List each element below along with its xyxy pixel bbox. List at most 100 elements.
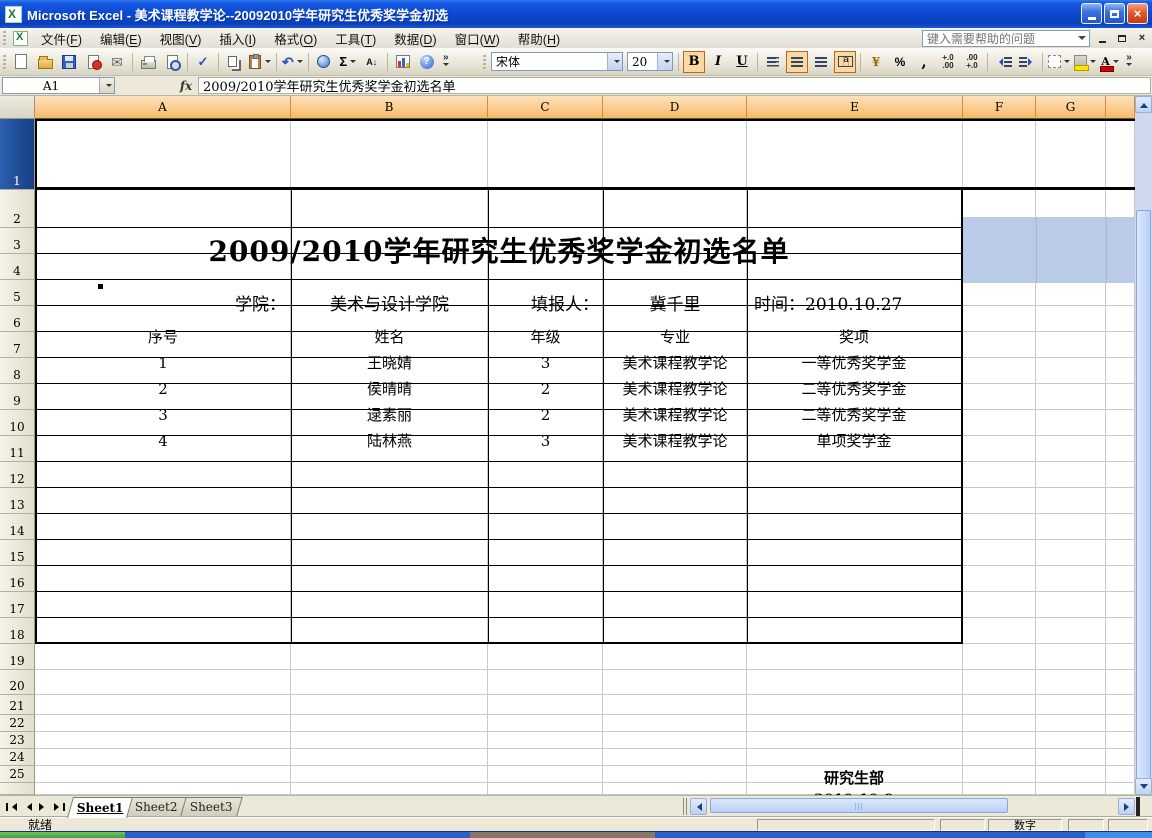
merge-center-button[interactable] bbox=[834, 51, 856, 73]
menu-item-7[interactable]: 窗口(W) bbox=[446, 27, 509, 50]
scroll-left-button[interactable] bbox=[690, 798, 707, 815]
column-header-A[interactable]: A bbox=[35, 96, 291, 119]
cell-b5[interactable]: 侯晴晴 bbox=[292, 377, 487, 401]
decrease-indent-button[interactable] bbox=[992, 51, 1014, 73]
cell-name-box[interactable]: A1 bbox=[2, 77, 115, 94]
chart-wizard-button[interactable] bbox=[392, 51, 414, 73]
cell-c6[interactable]: 2 bbox=[489, 403, 602, 427]
formula-input[interactable]: 2009/2010学年研究生优秀奖学金初选名单 bbox=[198, 77, 1151, 94]
font-color-button[interactable]: A bbox=[1099, 51, 1121, 73]
row-header-9[interactable]: 9 bbox=[0, 384, 35, 410]
row-header-6[interactable]: 6 bbox=[0, 306, 35, 332]
cell-e7[interactable]: 单项奖学金 bbox=[748, 429, 960, 453]
cell-e4[interactable]: 一等优秀奖学金 bbox=[748, 351, 960, 375]
cell-d4[interactable]: 美术课程教学论 bbox=[604, 351, 746, 375]
row1-selected-range[interactable] bbox=[963, 217, 1135, 283]
menu-item-6[interactable]: 数据(D) bbox=[385, 27, 445, 50]
scroll-down-button[interactable] bbox=[1135, 778, 1152, 795]
row-header-16[interactable]: 16 bbox=[0, 566, 35, 592]
toolbar-options-icon[interactable]: » bbox=[1122, 51, 1136, 73]
align-right-button[interactable] bbox=[810, 51, 832, 73]
cell-e6[interactable]: 二等优秀奖学金 bbox=[748, 403, 960, 427]
row-header-partial[interactable] bbox=[0, 783, 35, 795]
cell-c5[interactable]: 2 bbox=[489, 377, 602, 401]
taskbar-item-sliver[interactable] bbox=[470, 832, 655, 838]
cell-b2[interactable]: 美术与设计学院 bbox=[292, 287, 487, 323]
cell-b6[interactable]: 逯素丽 bbox=[292, 403, 487, 427]
help-question-input[interactable] bbox=[922, 30, 1090, 47]
insert-function-button[interactable]: fx bbox=[176, 77, 196, 94]
font-name-combobox[interactable]: 宋体 bbox=[491, 52, 623, 71]
cell-d6[interactable]: 美术课程教学论 bbox=[604, 403, 746, 427]
row-header-21[interactable]: 21 bbox=[0, 695, 35, 715]
undo-button[interactable]: ↶ bbox=[281, 51, 304, 73]
sheet-tab-sheet1[interactable]: Sheet1 bbox=[67, 797, 133, 818]
row-header-17[interactable]: 17 bbox=[0, 592, 35, 618]
column-header-D[interactable]: D bbox=[603, 96, 747, 119]
cell-b4[interactable]: 王晓婧 bbox=[292, 351, 487, 375]
row-header-4[interactable]: 4 bbox=[0, 254, 35, 280]
row-header-12[interactable]: 12 bbox=[0, 462, 35, 488]
currency-style-button[interactable]: ¥ bbox=[865, 51, 887, 73]
save-button[interactable] bbox=[58, 51, 80, 73]
decrease-decimal-button[interactable]: .00 +.0 bbox=[961, 51, 983, 73]
open-button[interactable] bbox=[34, 51, 56, 73]
row-header-5[interactable]: 5 bbox=[0, 280, 35, 306]
align-center-button[interactable] bbox=[786, 51, 808, 73]
help-button[interactable]: ? bbox=[416, 51, 438, 73]
restore-button[interactable] bbox=[1104, 3, 1125, 24]
previous-sheet-button[interactable] bbox=[20, 799, 35, 814]
align-left-button[interactable] bbox=[762, 51, 784, 73]
cell-d3[interactable]: 专业 bbox=[604, 325, 746, 349]
menu-item-1[interactable]: 编辑(E) bbox=[91, 27, 151, 50]
cell-d5[interactable]: 美术课程教学论 bbox=[604, 377, 746, 401]
windows-taskbar[interactable] bbox=[0, 831, 1152, 838]
row-header-20[interactable]: 20 bbox=[0, 670, 35, 695]
row-header-7[interactable]: 7 bbox=[0, 332, 35, 358]
borders-button[interactable] bbox=[1047, 51, 1071, 73]
cell-e20-department[interactable]: 研究生部 bbox=[748, 767, 960, 790]
font-size-combobox-dropdown[interactable] bbox=[657, 53, 672, 70]
cell-a3[interactable]: 序号 bbox=[37, 325, 289, 349]
scroll-up-button[interactable] bbox=[1135, 96, 1152, 113]
row-header-23[interactable]: 23 bbox=[0, 732, 35, 749]
minimize-button[interactable] bbox=[1081, 3, 1102, 24]
column-header-E[interactable]: E bbox=[747, 96, 963, 119]
new-document-button[interactable] bbox=[10, 51, 32, 73]
first-sheet-button[interactable] bbox=[4, 799, 19, 814]
spelling-check-button[interactable]: ✓ bbox=[192, 51, 214, 73]
workbook-close-button[interactable]: × bbox=[1134, 31, 1150, 45]
cell-e3[interactable]: 奖项 bbox=[748, 325, 960, 349]
permission-button[interactable] bbox=[82, 51, 104, 73]
help-dropdown-icon[interactable] bbox=[1078, 36, 1086, 44]
menu-item-5[interactable]: 工具(T) bbox=[326, 27, 385, 50]
tab-split-handle[interactable] bbox=[683, 798, 688, 815]
select-all-corner[interactable] bbox=[0, 96, 35, 119]
cell-b3[interactable]: 姓名 bbox=[292, 325, 487, 349]
close-button[interactable]: × bbox=[1127, 3, 1148, 24]
last-sheet-button[interactable] bbox=[52, 799, 67, 814]
row-header-10[interactable]: 10 bbox=[0, 410, 35, 436]
cell-a4[interactable]: 1 bbox=[37, 351, 289, 375]
menu-item-8[interactable]: 帮助(H) bbox=[509, 27, 569, 50]
cell-c7[interactable]: 3 bbox=[489, 429, 602, 453]
system-tray-sliver[interactable] bbox=[1085, 832, 1152, 838]
row-header-1[interactable]: 1 bbox=[0, 119, 35, 190]
cell-c2[interactable]: 填报人： bbox=[489, 287, 602, 323]
cell-a6[interactable]: 3 bbox=[37, 403, 289, 427]
row-header-8[interactable]: 8 bbox=[0, 358, 35, 384]
font-size-combobox[interactable]: 20 bbox=[627, 52, 673, 71]
print-button[interactable] bbox=[137, 51, 159, 73]
cell-c4[interactable]: 3 bbox=[489, 351, 602, 375]
insert-hyperlink-button[interactable] bbox=[313, 51, 335, 73]
font-name-combobox-dropdown[interactable] bbox=[607, 53, 622, 70]
row-header-3[interactable]: 3 bbox=[0, 228, 35, 254]
email-button[interactable]: ✉ bbox=[106, 51, 128, 73]
start-button-sliver[interactable] bbox=[0, 832, 125, 838]
vertical-scroll-thumb[interactable] bbox=[1136, 210, 1151, 838]
row-header-2[interactable]: 2 bbox=[0, 190, 35, 228]
column-header-B[interactable]: B bbox=[291, 96, 488, 119]
increase-indent-button[interactable] bbox=[1016, 51, 1038, 73]
horizontal-split-handle[interactable] bbox=[1136, 797, 1140, 816]
row-header-15[interactable]: 15 bbox=[0, 540, 35, 566]
